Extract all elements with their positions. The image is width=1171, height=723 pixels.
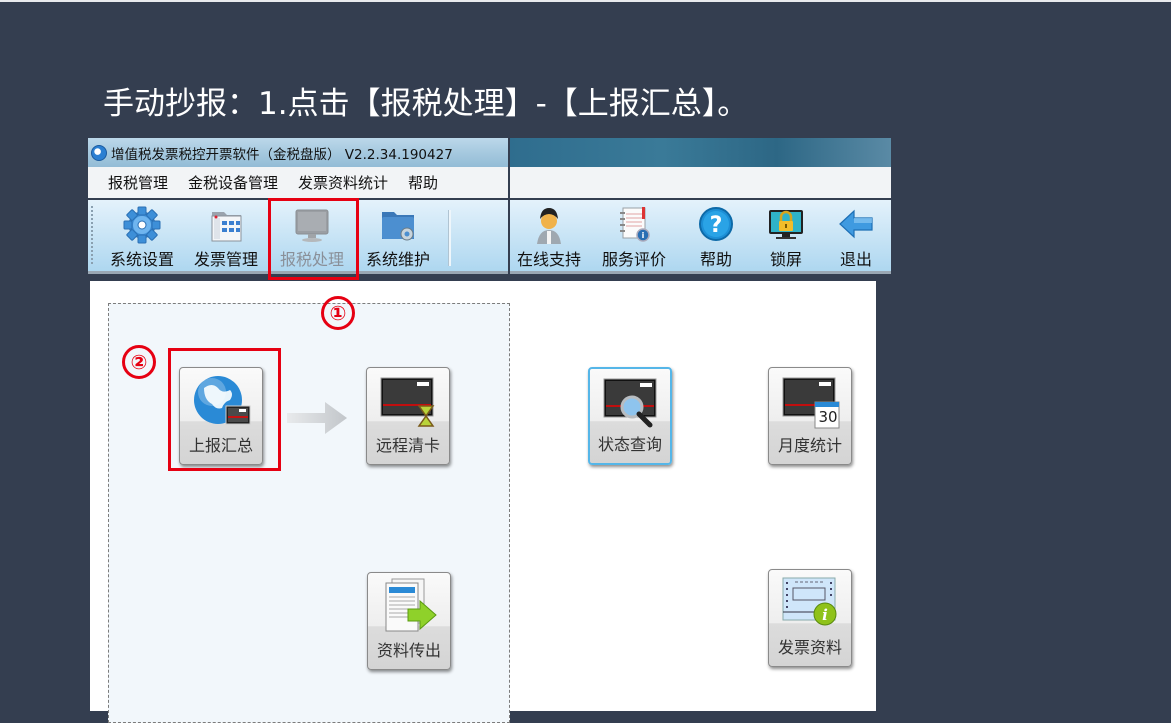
lock-screen-icon	[766, 204, 806, 244]
menu-tax-management[interactable]: 报税管理	[108, 172, 168, 193]
title-bar: 增值税发票税控开票软件（金税盘版） V2.2.34.190427	[88, 138, 508, 167]
document-export-icon	[378, 577, 442, 637]
highlight-tax-processing	[268, 198, 359, 280]
exit-arrow-icon	[836, 204, 876, 244]
tile-label: 月度统计	[777, 436, 842, 455]
card-calendar-icon: 30	[779, 372, 843, 432]
card-search-icon	[600, 373, 664, 433]
tile-label: 状态查询	[597, 435, 662, 454]
card-hourglass-icon	[377, 372, 441, 432]
svg-text:?: ?	[710, 213, 723, 238]
menu-invoice-statistics[interactable]: 发票资料统计	[298, 172, 388, 193]
right-toolbar: 在线支持 i 服务评价 ? 帮助 锁屏 退出	[510, 200, 891, 274]
toolbar-help[interactable]: ? 帮助	[680, 204, 752, 270]
toolbar-label: 系统维护	[365, 250, 430, 269]
main-content: 上报汇总 远程清卡 状态查询 30 月度统计 资料传出 i 发票资料	[90, 281, 876, 723]
toolbar-service-rating[interactable]: i 服务评价	[598, 204, 670, 270]
step-2-marker: ②	[122, 345, 156, 379]
flow-arrow-icon	[287, 400, 349, 436]
invoice-grid-icon	[206, 206, 246, 244]
tile-label: 远程清卡	[375, 436, 440, 455]
tile-label: 资料传出	[376, 641, 441, 660]
toolbar-online-support[interactable]: 在线支持	[513, 204, 585, 270]
user-support-icon	[529, 204, 569, 244]
menu-help[interactable]: 帮助	[408, 172, 438, 193]
gear-icon	[122, 206, 162, 244]
svg-text:i: i	[822, 606, 828, 624]
top-strip	[0, 0, 1171, 2]
highlight-report-summary	[168, 348, 281, 471]
notebook-rating-icon: i	[614, 204, 654, 244]
toolbar-separator	[448, 210, 451, 266]
toolbar-lock-screen[interactable]: 锁屏	[750, 204, 822, 270]
tile-monthly-statistics[interactable]: 30 月度统计	[768, 367, 852, 465]
tile-invoice-data[interactable]: i 发票资料	[768, 569, 852, 667]
menu-bar-right	[510, 167, 891, 198]
toolbar-system-maintenance[interactable]: 系统维护	[358, 204, 438, 270]
app-logo-icon	[91, 144, 107, 161]
calendar-day: 30	[818, 408, 838, 426]
menu-bar: 报税管理 金税设备管理 发票资料统计 帮助	[88, 167, 508, 198]
tile-status-query[interactable]: 状态查询	[588, 367, 672, 465]
app-window-right: 在线支持 i 服务评价 ? 帮助 锁屏 退出	[510, 138, 891, 276]
toolbar-label: 服务评价	[601, 250, 666, 269]
toolbar-label: 帮助	[699, 250, 732, 269]
folder-gear-icon	[378, 206, 418, 244]
toolbar-label: 锁屏	[769, 250, 802, 269]
toolbar-label: 退出	[839, 250, 872, 269]
tile-data-export[interactable]: 资料传出	[367, 572, 451, 670]
step-1-marker: ①	[321, 296, 355, 330]
menu-device-management[interactable]: 金税设备管理	[188, 172, 278, 193]
toolbar-label: 发票管理	[193, 250, 258, 269]
tile-remote-clear-card[interactable]: 远程清卡	[366, 367, 450, 465]
toolbar-invoice-management[interactable]: 发票管理	[186, 204, 266, 270]
toolbar-system-settings[interactable]: 系统设置	[102, 204, 182, 270]
window-title: 增值税发票税控开票软件（金税盘版） V2.2.34.190427	[111, 146, 453, 163]
title-bar-right	[510, 138, 891, 167]
tile-label: 发票资料	[777, 638, 842, 657]
toolbar-exit[interactable]: 退出	[820, 204, 892, 270]
svg-text:i: i	[642, 231, 645, 240]
help-icon: ?	[696, 204, 736, 244]
invoice-info-icon: i	[779, 574, 843, 634]
toolbar-label: 系统设置	[109, 250, 174, 269]
toolbar-grip[interactable]	[91, 206, 93, 266]
toolbar-label: 在线支持	[516, 250, 581, 269]
instruction-caption: 手动抄报：1.点击【报税处理】-【上报汇总】。	[103, 86, 749, 122]
